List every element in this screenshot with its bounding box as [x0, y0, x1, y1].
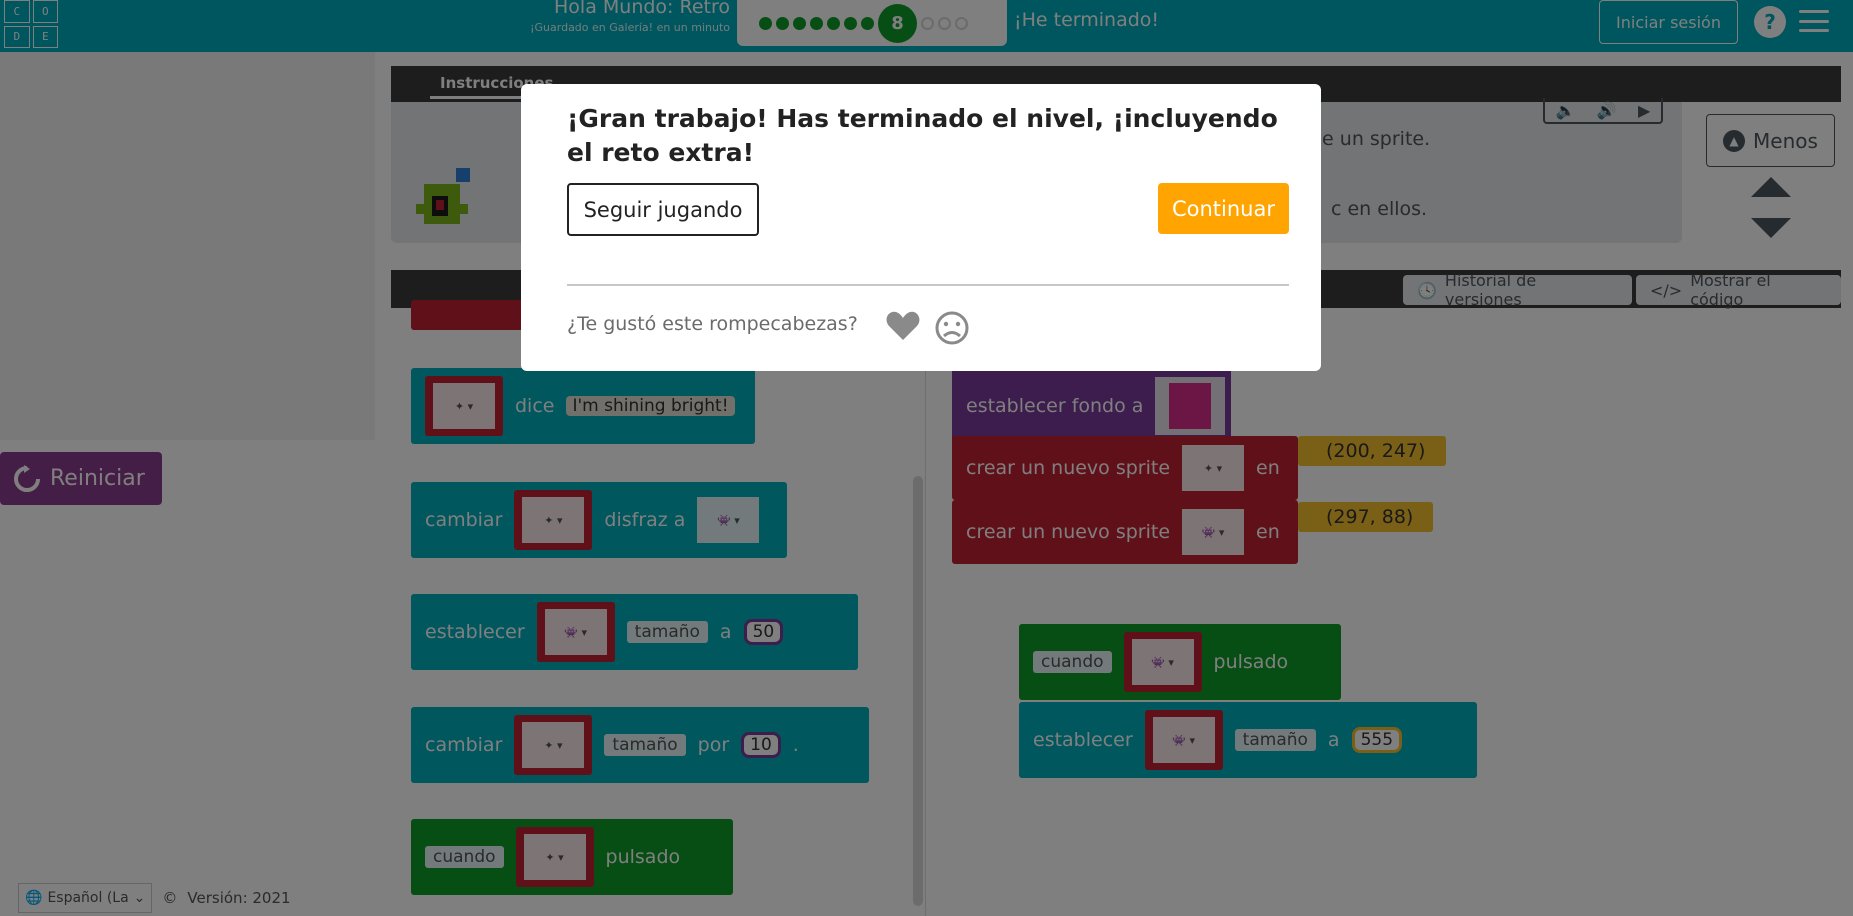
- heart-icon[interactable]: [885, 310, 921, 342]
- continue-button[interactable]: Continuar: [1158, 183, 1289, 234]
- divider: [567, 284, 1289, 286]
- level-complete-dialog: ¡Gran trabajo! Has terminado el nivel, ¡…: [521, 84, 1321, 371]
- keep-playing-button[interactable]: Seguir jugando: [567, 183, 759, 236]
- sad-face-icon[interactable]: [934, 310, 970, 346]
- dialog-title: ¡Gran trabajo! Has terminado el nivel, ¡…: [567, 104, 1278, 167]
- rating-question: ¿Te gustó este rompecabezas?: [567, 313, 858, 335]
